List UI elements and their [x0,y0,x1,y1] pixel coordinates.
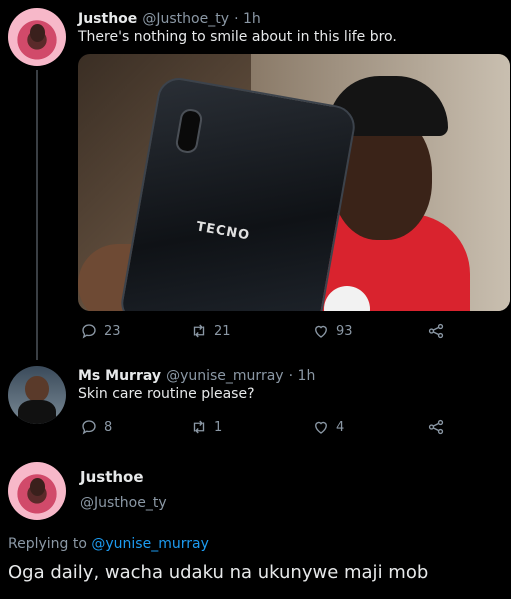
replying-to-handle[interactable]: @yunise_murray [91,536,208,552]
user-handle[interactable]: @Justhoe_ty [80,495,167,511]
reply-button[interactable]: 23 [80,322,121,340]
media-phone [117,74,359,311]
tweet-media[interactable]: TECNO [78,54,510,311]
user-handle[interactable]: @yunise_murray [166,368,283,384]
tweet-text: Oga daily, wacha udaku na ukunywe maji m… [8,562,429,583]
timestamp[interactable]: · 1h [234,11,261,27]
tweet-text: There's nothing to smile about in this l… [78,29,397,45]
retweet-count: 21 [214,323,231,339]
share-icon [428,419,444,435]
reply-icon [82,324,96,339]
share-button[interactable] [427,418,445,436]
retweet-count: 1 [214,419,223,435]
like-button[interactable]: 4 [312,418,344,436]
timestamp[interactable]: · 1h [289,368,316,384]
retweet-button[interactable]: 1 [190,418,222,436]
retweet-button[interactable]: 21 [190,322,231,340]
replying-to: Replying to @yunise_murray [8,536,209,552]
display-name[interactable]: Justhoe [80,468,144,486]
user-handle[interactable]: @Justhoe_ty [142,11,229,27]
avatar[interactable] [8,8,66,66]
reply-icon [82,420,96,435]
retweet-icon [193,420,205,434]
avatar[interactable] [8,366,66,424]
like-count: 4 [336,419,345,435]
avatar[interactable] [8,462,66,520]
share-icon [428,323,444,339]
like-button[interactable]: 93 [312,322,353,340]
share-button[interactable] [427,322,445,340]
like-icon [315,421,327,434]
tweet-header: Ms Murray @yunise_murray · 1h [78,365,315,384]
replying-to-label: Replying to [8,536,92,552]
reply-button[interactable]: 8 [80,418,112,436]
display-name[interactable]: Justhoe [78,11,137,27]
like-count: 93 [336,323,353,339]
like-icon [315,325,327,338]
reply-count: 23 [104,323,121,339]
retweet-icon [193,324,205,338]
thread-line [36,70,38,360]
tweet-header: Justhoe @Justhoe_ty · 1h [78,8,261,27]
tweet-text: Skin care routine please? [78,386,255,402]
display-name[interactable]: Ms Murray [78,368,161,384]
reply-count: 8 [104,419,113,435]
